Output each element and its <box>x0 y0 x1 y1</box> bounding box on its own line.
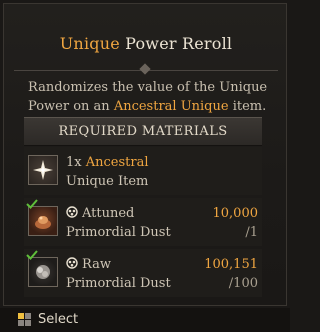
ancestral-unique-label: 1x Ancestral Unique Item <box>66 153 149 191</box>
attuned-label-line1: Attuned <box>66 204 134 223</box>
attuned-dust-icon <box>28 206 58 236</box>
attuned-name: Attuned <box>82 206 135 221</box>
check-icon <box>26 250 38 260</box>
required-materials-header: REQUIRED MATERIALS <box>24 117 262 146</box>
check-icon <box>26 199 38 209</box>
dust-symbol-icon <box>66 206 78 218</box>
material-row-raw-dust: Raw Primordial Dust 100,151 /100 <box>24 249 262 297</box>
star-glyph-icon <box>28 155 58 185</box>
attuned-required-count: /1 <box>245 225 258 240</box>
attuned-owned-count: 10,000 <box>212 206 259 221</box>
material-row-attuned-dust: Attuned Primordial Dust 10,000 /1 <box>24 198 262 246</box>
raw-label-line1: Raw <box>66 255 111 274</box>
qty-prefix: 1x <box>66 155 86 170</box>
tooltip-title: Unique Power Reroll <box>4 34 288 53</box>
description-accent: Ancestral Unique <box>113 99 229 114</box>
divider-diamond-icon <box>139 63 151 75</box>
attuned-dust-name: Primordial Dust <box>66 225 171 240</box>
raw-owned-count: 100,151 <box>204 257 258 272</box>
material-row-ancestral-unique: 1x Ancestral Unique Item <box>24 147 262 195</box>
action-bar: Select <box>0 308 290 332</box>
tooltip-description: Randomizes the value of the Unique Power… <box>28 78 278 116</box>
unique-item-label: Unique Item <box>66 174 149 189</box>
mouse-button-icon[interactable] <box>18 313 31 326</box>
raw-dust-icon <box>28 257 58 287</box>
ancestral-accent: Ancestral <box>85 155 149 170</box>
raw-name: Raw <box>82 257 111 272</box>
select-action-label[interactable]: Select <box>38 312 78 327</box>
description-part2: item. <box>228 99 267 114</box>
title-accent: Unique <box>59 34 120 53</box>
dust-symbol-icon <box>66 257 78 269</box>
raw-dust-name: Primordial Dust <box>66 276 171 291</box>
title-rest: Power Reroll <box>119 34 233 53</box>
raw-required-count: /100 <box>228 276 258 291</box>
